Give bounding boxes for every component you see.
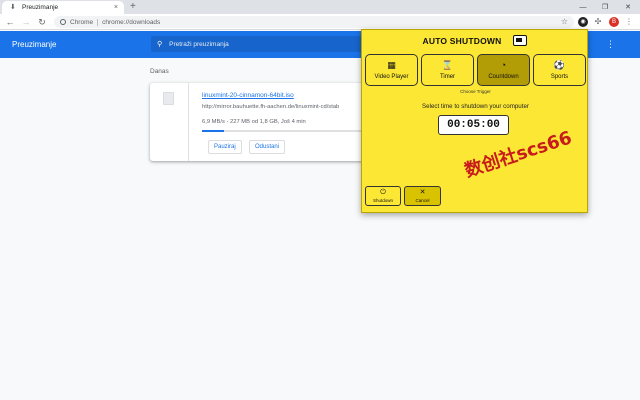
back-arrow-icon[interactable]: ← (4, 16, 16, 28)
power-icon: ⏻ (380, 189, 386, 196)
tab-strip: ⬇ Preuzimanje × + — ❐ ✕ (0, 0, 640, 14)
page-title: Preuzimanje (12, 40, 57, 49)
select-time-label: Select time to shutdown your computer (422, 103, 529, 110)
address-url[interactable]: chrome://downloads (102, 19, 160, 26)
file-source-url[interactable]: http://mirror.bauhuette.fh-aachen.de/lin… (202, 104, 339, 110)
puzzle-extensions-icon[interactable]: ✣ (593, 17, 603, 27)
reload-icon[interactable]: ↻ (36, 16, 48, 28)
file-name-link[interactable]: linuxmint-20-cinnamon-64bit.iso (202, 92, 294, 99)
trigger-label: Video Player (374, 74, 409, 80)
auto-shutdown-popup: AUTO SHUTDOWN ▦ Video Player ⌛ Timer ◔ C… (361, 29, 588, 213)
new-tab-button[interactable]: + (130, 1, 136, 13)
shutdown-label: Shutdown (372, 198, 393, 203)
close-tab-icon[interactable]: × (114, 4, 118, 11)
download-progress-fill (202, 130, 225, 132)
address-separator (97, 18, 99, 26)
tab-title: Preuzimanje (22, 4, 59, 11)
cancel-download-button[interactable]: Odustani (249, 140, 286, 154)
trigger-label: Timer (439, 74, 456, 80)
address-scheme: Chrome (70, 18, 94, 26)
auto-shutdown-extension-icon[interactable]: ◉ (578, 17, 588, 27)
download-status: 6,9 MB/s - 227 MB od 1,8 GB, Još 4 min (202, 119, 306, 125)
bookmark-star-icon[interactable]: ☆ (561, 16, 568, 28)
close-window-button[interactable]: ✕ (617, 0, 639, 14)
trigger-timer[interactable]: ⌛ Timer (421, 54, 474, 86)
download-icon: ⬇ (10, 4, 16, 11)
trigger-label: Countdown (488, 74, 519, 80)
maximize-button[interactable]: ❐ (594, 0, 616, 14)
file-icon (163, 92, 174, 105)
site-info-icon[interactable] (60, 19, 66, 25)
kebab-menu-icon[interactable]: ⋮ (624, 17, 634, 27)
profile-avatar[interactable]: B (609, 17, 619, 27)
trigger-video-player[interactable]: ▦ Video Player (365, 54, 418, 86)
browser-tab[interactable]: ⬇ Preuzimanje × (2, 1, 124, 14)
hourglass-icon: ⌛ (441, 60, 454, 70)
pause-button[interactable]: Pauziraj (208, 140, 242, 154)
trigger-sports[interactable]: ⚽ Sports (533, 54, 586, 86)
forward-arrow-icon[interactable]: → (20, 16, 32, 28)
minimize-button[interactable]: — (572, 0, 594, 14)
monitor-logo-icon (513, 35, 527, 46)
shutdown-button[interactable]: ⏻ Shutdown (365, 186, 401, 206)
download-item: linuxmint-20-cinnamon-64bit.iso http://m… (150, 83, 388, 161)
soccer-ball-icon: ⚽ (553, 60, 566, 70)
countdown-icon: ◔ (500, 60, 507, 70)
close-icon: ✕ (419, 189, 426, 196)
cancel-shutdown-button[interactable]: ✕ Cancel (404, 186, 441, 206)
countdown-time-input[interactable]: 00:05:00 (438, 115, 509, 135)
date-section-label: Danas (150, 68, 169, 75)
cancel-label: Cancel (415, 198, 430, 203)
popup-title: AUTO SHUTDOWN (422, 36, 502, 46)
trigger-label: Sports (550, 74, 569, 80)
trigger-countdown[interactable]: ◔ Countdown (477, 54, 530, 86)
card-divider (188, 83, 189, 161)
search-icon: ⚲ (157, 41, 163, 48)
browser-toolbar: ← → ↻ Chrome chrome://downloads ☆ ◉ ✣ B … (0, 14, 640, 30)
more-actions-icon[interactable]: ⋮ (606, 40, 615, 49)
choose-trigger-label: Choose Trigger (460, 89, 491, 94)
film-icon: ▦ (387, 60, 396, 70)
address-bar[interactable]: Chrome chrome://downloads ☆ (54, 16, 574, 28)
